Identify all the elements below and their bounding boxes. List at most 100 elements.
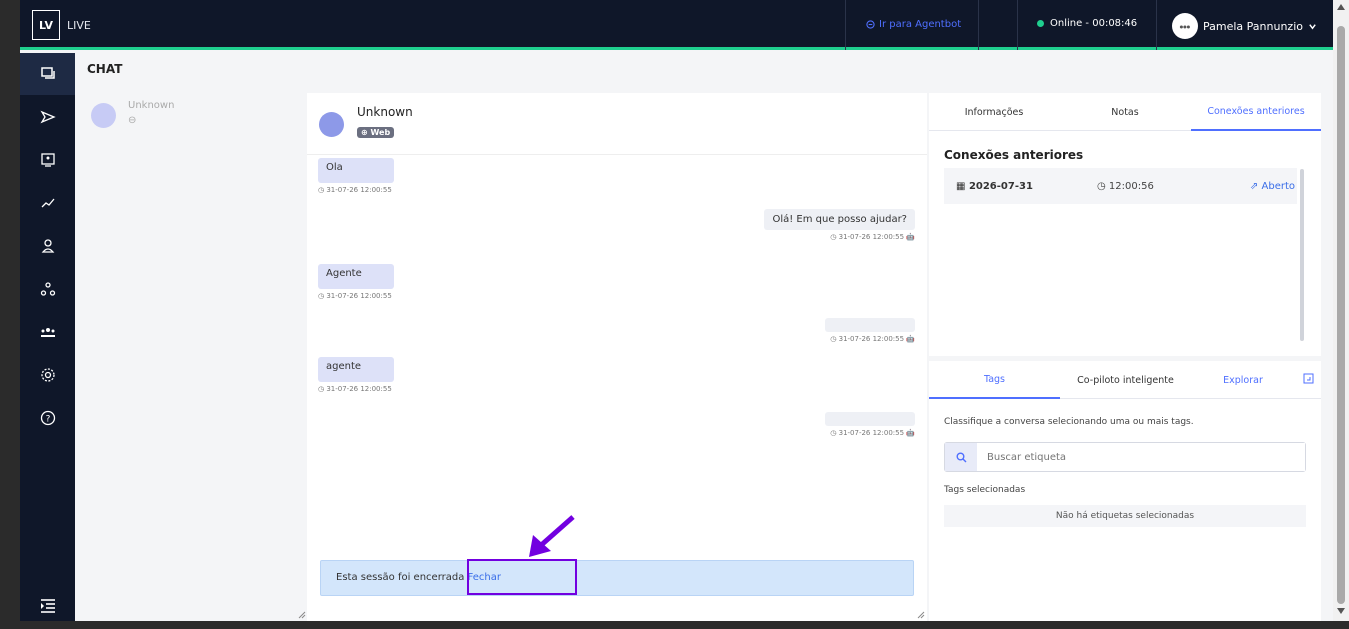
user-name: Pamela Pannunzio	[1203, 19, 1303, 33]
user-icon	[41, 239, 54, 253]
send-icon	[39, 110, 56, 124]
divider	[978, 0, 979, 50]
chat-header: Unknown ⊕ Web	[307, 93, 927, 155]
message-left: Ola ◷ 31-07-26 12:00:55	[318, 158, 394, 194]
external-link-icon: ⇗	[1249, 180, 1259, 192]
trend-icon	[41, 198, 54, 208]
team-icon	[40, 328, 55, 337]
divider	[1017, 0, 1018, 50]
clock-icon: ◷	[1097, 180, 1106, 192]
avatar	[319, 112, 344, 137]
message-right: Olá! Em que posso ajudar? ◷ 31-07-26 12:…	[764, 209, 915, 241]
message-time: ◷ 31-07-26 12:00:55 🤖	[830, 335, 915, 343]
gear-icon	[40, 368, 55, 382]
message-time: ◷ 31-07-26 12:00:55 🤖	[830, 429, 915, 437]
tags-tabs: Tags Co-piloto inteligente Explorar	[929, 361, 1321, 399]
calendar-icon: ▦	[956, 180, 966, 192]
message-time: ◷ 31-07-26 12:00:55	[318, 186, 392, 194]
conversation-status: ⊖	[128, 115, 137, 126]
message-bubble: Olá! Em que posso ajudar?	[764, 209, 915, 230]
selected-tags-label: Tags selecionadas	[944, 485, 1026, 495]
bot-icon: 🤖	[906, 335, 915, 343]
arrow-annotation-icon	[529, 515, 575, 557]
connection-time-cell: ◷ 12:00:56	[1097, 181, 1154, 192]
connection-date-cell: ▦ 2026-07-31	[956, 181, 1033, 192]
tab-conexoes[interactable]: Conexões anteriores	[1191, 93, 1321, 131]
contact-name: Unknown	[357, 105, 413, 119]
connection-date: 2026-07-31	[968, 180, 1033, 192]
session-closed-banner: Esta sessão foi encerrada Fechar	[320, 560, 914, 596]
sidebar-item-user[interactable]	[20, 225, 75, 267]
message-time: ◷ 31-07-26 12:00:55	[318, 385, 392, 393]
panel-scrollbar[interactable]	[1300, 169, 1304, 341]
resize-handle-icon[interactable]	[298, 611, 306, 619]
sidebar-item-chat[interactable]	[20, 53, 75, 95]
sidebar-item-monitor[interactable]	[20, 139, 75, 181]
monitor-icon	[40, 153, 55, 167]
message-bubble: Ola	[318, 158, 394, 183]
avatar	[91, 103, 116, 128]
message-bubble	[825, 412, 915, 426]
section-title: Conexões anteriores	[944, 148, 1084, 162]
sidebar-item-team[interactable]	[20, 311, 75, 353]
search-icon	[945, 443, 977, 471]
banner-text: Esta sessão foi encerrada	[336, 572, 465, 583]
sidebar-item-groups[interactable]	[20, 268, 75, 310]
search-input[interactable]	[977, 443, 1305, 471]
chat-panel: Unknown ⊕ Web Ola ◷ 31-07-26 12:00:55 Ol…	[298, 93, 927, 621]
user-menu[interactable]: ●●● Pamela Pannunzio	[1172, 13, 1317, 39]
tags-description: Classifique a conversa selecionando uma …	[944, 417, 1194, 427]
indent-icon	[40, 599, 55, 613]
resize-handle-icon[interactable]	[917, 611, 925, 619]
chat-icon	[40, 67, 55, 79]
channel-label: Web	[370, 128, 391, 137]
right-panel: Informações Notas Conexões anteriores Co…	[929, 93, 1321, 621]
message-bubble	[825, 318, 915, 332]
divider	[845, 0, 846, 50]
message-right: ◷ 31-07-26 12:00:55 🤖	[825, 318, 915, 343]
tab-copiloto[interactable]: Co-piloto inteligente	[1060, 361, 1191, 399]
divider	[1156, 0, 1157, 50]
network-icon	[40, 282, 55, 296]
bot-icon: 🤖	[906, 429, 915, 437]
status-text: Online - 00:08:46	[1050, 18, 1138, 29]
sidebar-item-analytics[interactable]	[20, 182, 75, 224]
scroll-up-icon[interactable]	[1337, 4, 1345, 10]
sidebar-item-settings[interactable]	[20, 354, 75, 396]
help-icon: ?	[40, 410, 55, 426]
sidebar-collapse[interactable]	[20, 585, 75, 621]
agentbot-label: Ir para Agentbot	[879, 19, 962, 30]
expand-icon[interactable]	[1303, 373, 1314, 384]
scrollbar-thumb[interactable]	[1337, 26, 1345, 604]
logo[interactable]: LV	[32, 10, 60, 40]
bot-icon	[866, 20, 875, 29]
status-dot-icon	[1037, 20, 1044, 27]
online-status[interactable]: Online - 00:08:46	[1037, 18, 1137, 29]
message-left: Agente ◷ 31-07-26 12:00:55	[318, 264, 394, 300]
avatar: ●●●	[1172, 13, 1198, 39]
sidebar-item-send[interactable]	[20, 96, 75, 138]
page-title: CHAT	[87, 62, 123, 76]
conversation-list: Unknown ⊖	[75, 85, 307, 621]
bot-icon: 🤖	[906, 233, 915, 241]
scroll-down-icon[interactable]	[1337, 608, 1345, 614]
message-bubble: agente	[318, 357, 394, 382]
empty-tags-message: Não há etiquetas selecionadas	[944, 505, 1306, 527]
agentbot-link[interactable]: Ir para Agentbot	[866, 19, 961, 30]
message-time: ◷ 31-07-26 12:00:55 🤖	[830, 233, 915, 241]
sidebar-item-help[interactable]: ?	[20, 397, 75, 439]
message-time: ◷ 31-07-26 12:00:55	[318, 292, 392, 300]
tab-explorar[interactable]: Explorar	[1191, 361, 1295, 399]
app-name: LIVE	[67, 19, 91, 32]
tab-notas[interactable]: Notas	[1059, 93, 1191, 131]
tab-tags[interactable]: Tags	[929, 361, 1060, 399]
info-tabs: Informações Notas Conexões anteriores	[929, 93, 1321, 131]
connection-status: Aberto	[1261, 180, 1296, 192]
connection-open-link[interactable]: ⇗ Aberto	[1250, 181, 1295, 192]
tag-search	[944, 442, 1306, 472]
highlight-box	[467, 559, 577, 595]
top-bar: LV LIVE Ir para Agentbot Online - 00:08:…	[20, 0, 1333, 50]
tab-informacoes[interactable]: Informações	[929, 93, 1059, 131]
connection-time: 12:00:56	[1108, 180, 1154, 192]
chevron-down-icon	[1309, 23, 1316, 29]
